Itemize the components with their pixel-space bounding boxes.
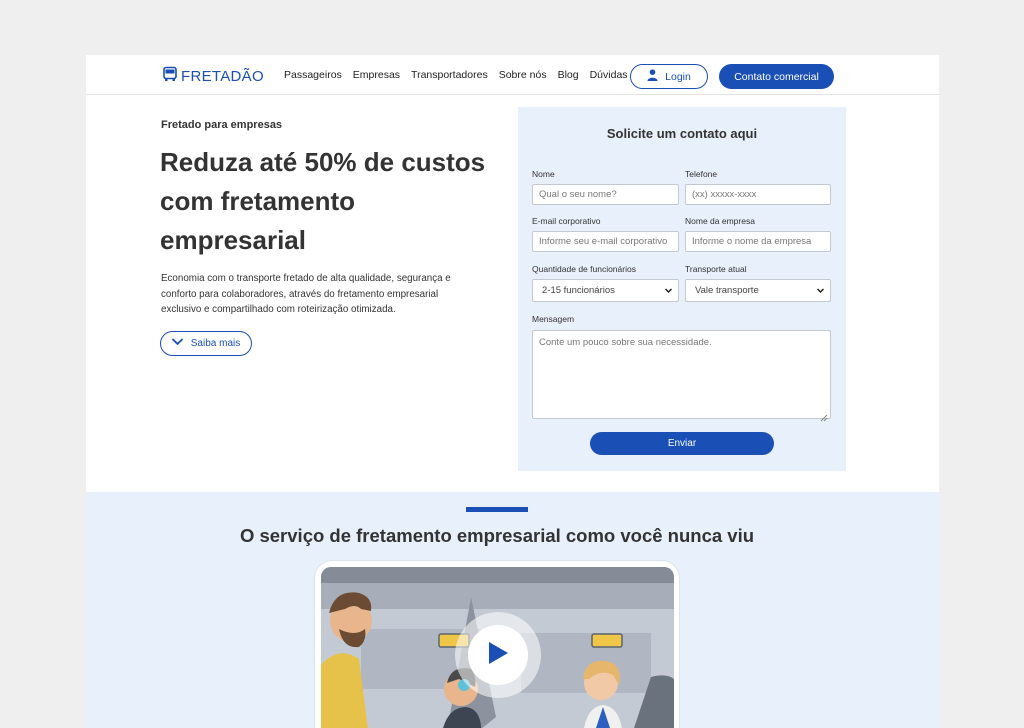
user-icon (647, 69, 658, 84)
transport-select-value: Vale transporte (695, 285, 759, 296)
login-label: Login (665, 70, 691, 83)
employees-label: Quantidade de funcionários (532, 264, 636, 274)
transport-label: Transporte atual (685, 264, 747, 274)
nav-item-duvidas[interactable]: Dúvidas (590, 69, 628, 81)
chevron-down-icon (816, 286, 825, 298)
nav-item-empresas[interactable]: Empresas (353, 69, 400, 81)
message-label: Mensagem (532, 314, 575, 324)
transport-select[interactable]: Vale transporte (685, 279, 831, 302)
phone-input[interactable] (685, 184, 831, 205)
resize-grip-icon[interactable] (820, 409, 828, 427)
employees-select-value: 2-15 funcionários (542, 285, 615, 296)
company-label: Nome da empresa (685, 216, 755, 226)
hero-title: Reduza até 50% de custos com fretamento … (160, 147, 486, 255)
video-frame (314, 560, 680, 728)
name-input[interactable] (532, 184, 679, 205)
employees-select[interactable]: 2-15 funcionários (532, 279, 679, 302)
email-input[interactable] (532, 231, 679, 252)
bus-icon (162, 66, 178, 87)
logo[interactable]: FRETADÃO (162, 66, 264, 87)
nav-item-transportadores[interactable]: Transportadores (411, 69, 488, 81)
contact-sales-button[interactable]: Contato comercial (719, 64, 834, 89)
email-label: E-mail corporativo (532, 216, 601, 226)
site-header: FRETADÃO Passageiros Empresas Transporta… (86, 55, 939, 95)
video-player[interactable] (321, 567, 674, 728)
chevron-down-icon (171, 338, 183, 349)
logo-text: FRETADÃO (181, 68, 264, 85)
nav-item-blog[interactable]: Blog (558, 69, 579, 81)
phone-label: Telefone (685, 169, 718, 179)
submit-button[interactable]: Enviar (590, 432, 774, 455)
chevron-down-icon (664, 286, 673, 298)
contact-form: Solicite um contato aqui Nome Telefone E… (518, 107, 846, 471)
hero-description: Economia com o transporte fretado de alt… (161, 273, 451, 316)
form-title: Solicite um contato aqui (606, 126, 758, 141)
play-icon (487, 641, 509, 670)
hero-eyebrow: Fretado para empresas (161, 119, 283, 131)
nav-item-sobre-nos[interactable]: Sobre nós (499, 69, 547, 81)
video-section: O serviço de fretamento empresarial como… (86, 492, 939, 728)
message-textarea[interactable] (532, 330, 831, 419)
learn-more-button[interactable]: Saiba mais (160, 331, 252, 356)
nav-item-passageiros[interactable]: Passageiros (284, 69, 342, 81)
login-button[interactable]: Login (630, 64, 708, 89)
section-accent-bar (466, 507, 528, 512)
learn-more-label: Saiba mais (190, 338, 241, 349)
play-button[interactable] (455, 612, 541, 698)
name-label: Nome (532, 169, 555, 179)
company-input[interactable] (685, 231, 831, 252)
main-nav: Passageiros Empresas Transportadores Sob… (284, 69, 628, 81)
page: FRETADÃO Passageiros Empresas Transporta… (86, 55, 939, 728)
section-title: O serviço de fretamento empresarial como… (239, 525, 755, 546)
